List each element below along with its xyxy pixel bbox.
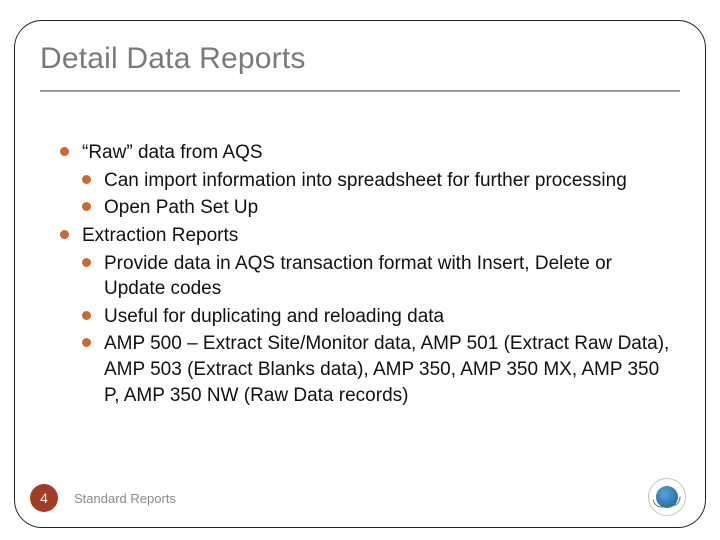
bullet-item: Extraction Reports Provide data in AQS t… — [60, 223, 670, 408]
slide-content: “Raw” data from AQS Can import informati… — [60, 140, 670, 410]
bullet-text: Extraction Reports — [82, 225, 238, 246]
page-number: 4 — [40, 490, 48, 506]
bullet-text: “Raw” data from AQS — [82, 142, 263, 163]
slide-title: Detail Data Reports — [40, 42, 306, 76]
page-number-badge: 4 — [30, 484, 58, 512]
slide-footer: 4 Standard Reports — [0, 478, 720, 512]
epa-logo — [648, 478, 684, 514]
sub-bullet-item: Can import information into spreadsheet … — [82, 168, 670, 194]
sub-bullet-item: Provide data in AQS transaction format w… — [82, 251, 670, 302]
bullet-text: Provide data in AQS transaction format w… — [104, 253, 612, 300]
bullet-text: AMP 500 – Extract Site/Monitor data, AMP… — [104, 333, 669, 405]
bullet-text: Can import information into spreadsheet … — [104, 170, 627, 191]
sub-bullet-item: AMP 500 – Extract Site/Monitor data, AMP… — [82, 331, 670, 408]
bullet-item: “Raw” data from AQS Can import informati… — [60, 140, 670, 221]
sub-bullet-item: Useful for duplicating and reloading dat… — [82, 304, 670, 330]
bullet-text: Useful for duplicating and reloading dat… — [104, 306, 444, 327]
title-underline — [40, 90, 680, 92]
sub-bullet-item: Open Path Set Up — [82, 195, 670, 221]
bullet-text: Open Path Set Up — [104, 197, 258, 218]
footer-label: Standard Reports — [74, 491, 176, 506]
